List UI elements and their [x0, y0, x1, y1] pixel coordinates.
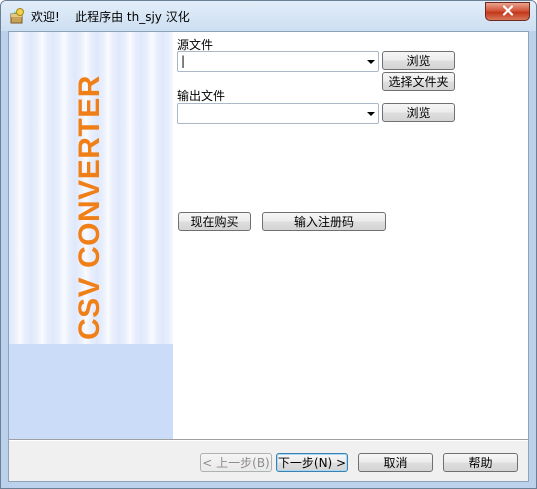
close-icon [502, 4, 514, 19]
chevron-down-icon[interactable] [367, 112, 375, 116]
window-title: 欢迎! 此程序由 th_sjy 汉化 [31, 10, 190, 24]
output-browse-button[interactable]: 浏览 [382, 103, 455, 122]
source-file-combobox[interactable]: | [177, 51, 379, 72]
wizard-page: CSV CONVERTER 源文件 | 浏览 选择文件夹 输出文件 浏览 现在购… [8, 31, 529, 482]
buy-now-button[interactable]: 现在购买 [178, 212, 251, 231]
help-button[interactable]: 帮助 [443, 453, 518, 472]
next-button[interactable]: 下一步(N) > [276, 453, 348, 472]
close-button[interactable] [485, 2, 530, 21]
setup-package-icon [9, 8, 25, 24]
output-file-label: 输出文件 [177, 89, 226, 103]
installer-window: 欢迎! 此程序由 th_sjy 汉化 CSV CONVERTER 源文件 | 浏… [0, 0, 537, 489]
chevron-down-icon[interactable] [367, 60, 375, 64]
source-browse-button[interactable]: 浏览 [382, 51, 455, 70]
output-file-combobox[interactable] [177, 103, 379, 124]
banner-title: CSV CONVERTER [73, 75, 106, 340]
wizard-footer: < 上一步(B) 下一步(N) > 取消 帮助 [9, 441, 528, 481]
select-folder-button[interactable]: 选择文件夹 [382, 72, 455, 91]
side-banner: CSV CONVERTER [9, 32, 173, 439]
title-bar[interactable]: 欢迎! 此程序由 th_sjy 汉化 [1, 1, 536, 31]
cancel-button[interactable]: 取消 [358, 453, 433, 472]
source-file-value: | [181, 54, 186, 68]
enter-registration-code-button[interactable]: 输入注册码 [262, 212, 386, 231]
back-button[interactable]: < 上一步(B) [200, 453, 272, 472]
